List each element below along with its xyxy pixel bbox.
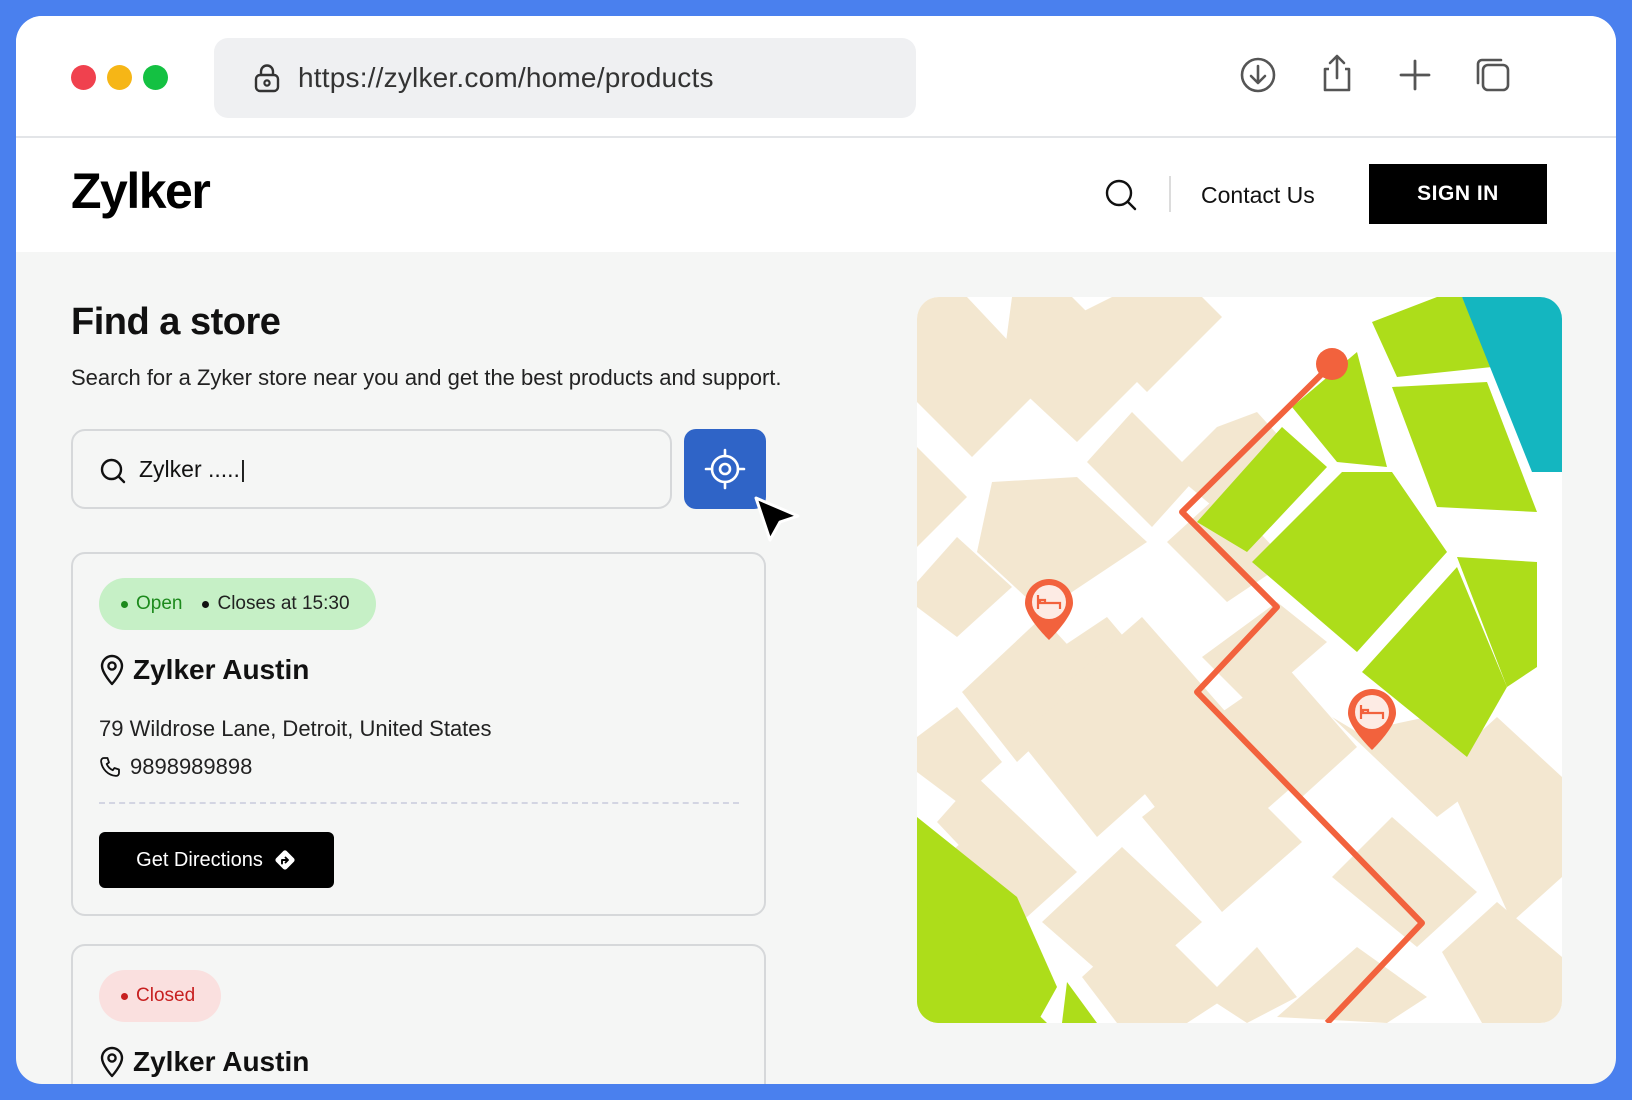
- browser-window: https://zylker.com/home/products Zylker …: [16, 16, 1616, 1084]
- status-label: Closed: [136, 985, 196, 1006]
- store-phone: 9898989898: [99, 754, 252, 780]
- site-logo[interactable]: Zylker: [71, 162, 211, 220]
- status-label: Open: [136, 593, 183, 614]
- download-icon[interactable]: [1237, 54, 1279, 96]
- page-title: Find a store: [71, 301, 281, 343]
- get-directions-label: Get Directions: [136, 848, 263, 871]
- url-text: https://zylker.com/home/products: [298, 62, 714, 93]
- map-canvas[interactable]: [917, 297, 1562, 1023]
- store-map[interactable]: [917, 297, 1562, 1023]
- address-bar[interactable]: https://zylker.com/home/products: [214, 38, 916, 118]
- mouse-pointer-icon: [754, 496, 800, 542]
- search-value: Zylker .....|: [139, 456, 246, 482]
- status-dot: [121, 600, 128, 608]
- window-frame: https://zylker.com/home/products Zylker …: [0, 0, 1632, 1100]
- get-directions-button[interactable]: Get Directions: [99, 832, 334, 888]
- location-pin-icon: [100, 1046, 124, 1078]
- site-header: Zylker Contact Us SIGN IN: [16, 138, 1616, 252]
- phone-icon: [100, 757, 120, 777]
- search-icon: [100, 458, 126, 484]
- lock-icon: [254, 64, 280, 93]
- status-badge: Open Closes at 15:30: [99, 578, 376, 630]
- status-dot: [202, 600, 210, 608]
- maximize-window-button[interactable]: [143, 65, 168, 90]
- minimize-window-button[interactable]: [107, 65, 132, 90]
- crosshair-icon: [704, 448, 746, 490]
- store-phone-text[interactable]: 9898989898: [130, 754, 252, 780]
- store-card[interactable]: Open Closes at 15:30 Zylker Austin 79 Wi…: [71, 552, 766, 916]
- store-search-input[interactable]: Zylker .....|: [71, 429, 672, 509]
- store-card[interactable]: Closed Zylker Austin: [71, 944, 766, 1084]
- page-subtitle: Search for a Zyker store near you and ge…: [71, 365, 782, 390]
- plus-icon[interactable]: [1394, 54, 1436, 96]
- tabs-icon[interactable]: [1472, 54, 1514, 96]
- location-pin-icon: [100, 654, 124, 686]
- status-dot: [121, 992, 128, 1000]
- store-name: Zylker Austin: [99, 654, 309, 686]
- store-name-text: Zylker Austin: [133, 654, 310, 685]
- contact-us-link[interactable]: Contact Us: [1201, 138, 1315, 252]
- close-window-button[interactable]: [71, 65, 96, 90]
- sign-in-button[interactable]: SIGN IN: [1369, 164, 1547, 224]
- card-divider: [99, 802, 739, 804]
- store-address: 79 Wildrose Lane, Detroit, United States: [99, 716, 492, 741]
- share-icon[interactable]: [1316, 52, 1358, 94]
- search-icon[interactable]: [1104, 178, 1138, 212]
- hours-label: Closes at 15:30: [217, 593, 350, 614]
- store-name: Zylker Austin: [99, 1046, 309, 1078]
- status-badge: Closed: [99, 970, 222, 1022]
- directions-icon: [275, 850, 295, 870]
- browser-toolbar: https://zylker.com/home/products: [16, 16, 1616, 138]
- store-name-text: Zylker Austin: [133, 1046, 310, 1077]
- header-divider: [1169, 176, 1171, 212]
